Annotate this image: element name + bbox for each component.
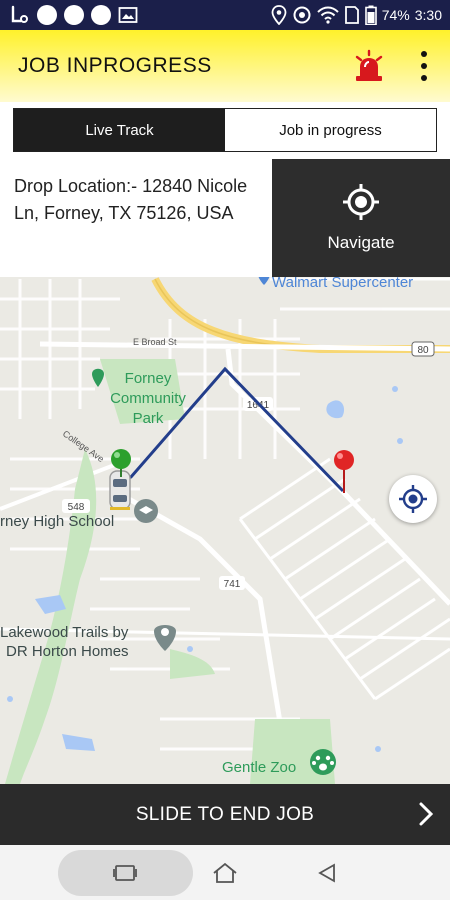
wifi-icon <box>317 6 339 24</box>
tabs: Live Track Job in progress <box>13 108 437 152</box>
menu-dot <box>421 51 427 57</box>
status-left <box>8 4 138 26</box>
home-icon[interactable] <box>211 859 239 887</box>
battery-icon <box>364 5 377 25</box>
navigate-button[interactable]: Navigate <box>272 159 450 277</box>
notification-dot <box>64 5 84 25</box>
tab-job-in-progress[interactable]: Job in progress <box>225 109 436 151</box>
recents-icon <box>113 865 137 881</box>
sync-icon <box>293 6 311 24</box>
system-nav-bar <box>0 845 450 900</box>
poi-label-lakewood-1[interactable]: Lakewood Trails by <box>0 624 129 641</box>
route-548-label: 548 <box>68 502 85 513</box>
notification-dot <box>37 5 57 25</box>
app-header: JOB INPROGRESS <box>0 30 450 102</box>
street-label-broad-st: E Broad St <box>133 337 177 347</box>
back-icon[interactable] <box>313 859 341 887</box>
drop-location-card: Drop Location:- 12840 Nicole Ln, Forney,… <box>0 159 272 277</box>
home-icon <box>213 862 237 883</box>
crosshair-icon <box>343 184 379 220</box>
poi-label-zoo[interactable]: Gentle Zoo <box>222 759 296 776</box>
page-title: JOB INPROGRESS <box>18 54 212 77</box>
navigate-label: Navigate <box>327 233 395 252</box>
menu-dot <box>421 75 427 81</box>
location-icon <box>271 5 287 25</box>
poi-label-park-2[interactable]: Community <box>110 390 186 407</box>
drop-location-text: Drop Location:- 12840 Nicole Ln, Forney,… <box>14 176 248 223</box>
alarm-light-icon <box>355 49 383 81</box>
menu-dot <box>421 63 427 69</box>
back-icon <box>318 863 335 883</box>
app-icon <box>11 5 28 23</box>
chevron-right-icon[interactable] <box>416 800 436 828</box>
my-location-icon <box>399 485 427 513</box>
tab-bar: Live Track Job in progress <box>0 102 450 159</box>
slide-label: SLIDE TO END JOB <box>135 803 315 825</box>
image-icon <box>118 7 138 23</box>
sim-icon <box>344 6 359 24</box>
slide-to-end-job[interactable]: SLIDE TO END JOB <box>0 784 450 845</box>
poi-label-park-1[interactable]: Forney <box>125 370 172 387</box>
recents-icon[interactable] <box>111 859 139 887</box>
my-location-button[interactable] <box>389 475 437 523</box>
status-bar: 74% 3:30 <box>0 0 450 30</box>
poi-label-lakewood-2[interactable]: DR Horton Homes <box>6 643 129 660</box>
status-right: 74% 3:30 <box>271 5 442 25</box>
route-80-label: 80 <box>417 345 429 356</box>
poi-label-park-3[interactable]: Park <box>133 410 164 427</box>
poi-label-high-school[interactable]: rney High School <box>0 513 114 530</box>
more-vert-icon[interactable] <box>416 51 432 81</box>
battery-percent: 74% <box>381 7 410 23</box>
notification-dot <box>91 5 111 25</box>
route-741-label: 741 <box>224 579 241 590</box>
tab-live-track[interactable]: Live Track <box>14 109 225 151</box>
clock: 3:30 <box>414 7 442 23</box>
alarm-light-icon[interactable] <box>352 49 386 83</box>
